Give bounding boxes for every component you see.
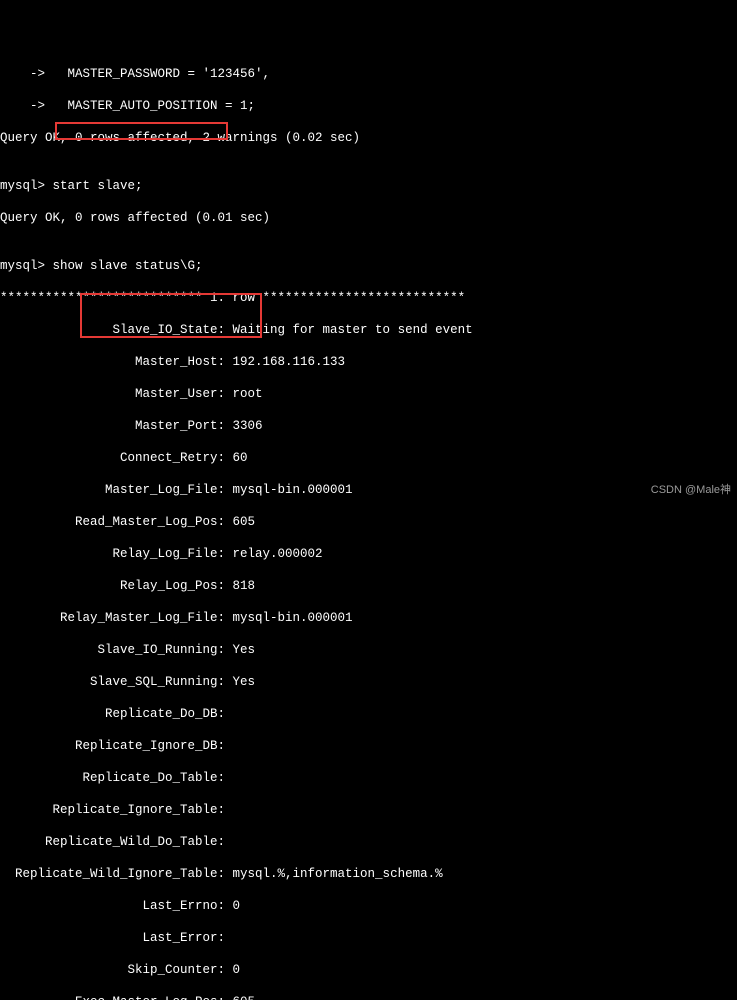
terminal-line: Replicate_Do_DB: xyxy=(0,706,737,722)
terminal-line: Replicate_Do_Table: xyxy=(0,770,737,786)
terminal-line: Relay_Log_File: relay.000002 xyxy=(0,546,737,562)
terminal-line: Connect_Retry: 60 xyxy=(0,450,737,466)
terminal-line: Master_Log_File: mysql-bin.000001 xyxy=(0,482,737,498)
terminal-line: Query OK, 0 rows affected (0.01 sec) xyxy=(0,210,737,226)
terminal-line: Replicate_Ignore_Table: xyxy=(0,802,737,818)
terminal-line: Query OK, 0 rows affected, 2 warnings (0… xyxy=(0,130,737,146)
terminal-line: Skip_Counter: 0 xyxy=(0,962,737,978)
terminal-line: Replicate_Ignore_DB: xyxy=(0,738,737,754)
terminal-line: Master_User: root xyxy=(0,386,737,402)
terminal-line: Read_Master_Log_Pos: 605 xyxy=(0,514,737,530)
terminal-line: Slave_IO_State: Waiting for master to se… xyxy=(0,322,737,338)
terminal-line: Slave_IO_Running: Yes xyxy=(0,642,737,658)
terminal-line: Master_Port: 3306 xyxy=(0,418,737,434)
terminal-line: mysql> start slave; xyxy=(0,178,737,194)
terminal-line: *************************** 1. row *****… xyxy=(0,290,737,306)
terminal-line: Master_Host: 192.168.116.133 xyxy=(0,354,737,370)
watermark: CSDN @Male神 xyxy=(651,482,731,498)
terminal-line: Last_Error: xyxy=(0,930,737,946)
terminal-line: -> MASTER_PASSWORD = '123456', xyxy=(0,66,737,82)
terminal-line: Replicate_Wild_Ignore_Table: mysql.%,inf… xyxy=(0,866,737,882)
terminal-line: mysql> show slave status\G; xyxy=(0,258,737,274)
terminal-line: Exec_Master_Log_Pos: 605 xyxy=(0,994,737,1000)
terminal-line: Slave_SQL_Running: Yes xyxy=(0,674,737,690)
terminal-line: -> MASTER_AUTO_POSITION = 1; xyxy=(0,98,737,114)
terminal-line: Last_Errno: 0 xyxy=(0,898,737,914)
terminal-line: Relay_Master_Log_File: mysql-bin.000001 xyxy=(0,610,737,626)
terminal-line: Replicate_Wild_Do_Table: xyxy=(0,834,737,850)
terminal-line: Relay_Log_Pos: 818 xyxy=(0,578,737,594)
